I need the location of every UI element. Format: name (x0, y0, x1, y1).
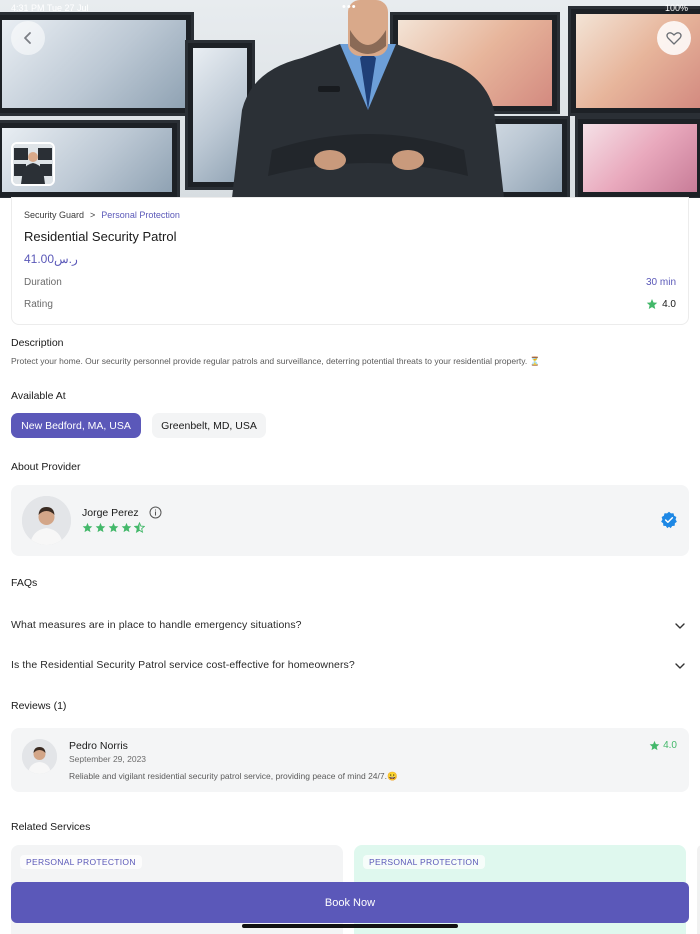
review-card: Pedro Norris September 29, 2023 Reliable… (11, 728, 689, 792)
duration-label: Duration (24, 277, 62, 288)
location-chip-new-bedford[interactable]: New Bedford, MA, USA (11, 413, 141, 438)
faqs-heading: FAQs (11, 577, 38, 589)
breadcrumb: Security Guard > Personal Protection (24, 210, 180, 220)
chevron-down-icon[interactable] (674, 660, 686, 672)
related-service-category: PERSONAL PROTECTION (20, 855, 142, 869)
location-chip-greenbelt[interactable]: Greenbelt, MD, USA (152, 413, 266, 438)
status-time: 4:31 PM Tue 27 Jul (11, 3, 89, 13)
star-icon (108, 522, 119, 533)
monitor-screen (575, 116, 700, 198)
info-icon[interactable] (149, 506, 162, 519)
rating-value: 4.0 (646, 298, 676, 310)
review-date: September 29, 2023 (69, 754, 147, 764)
multitask-dots: ••• (342, 1, 357, 13)
back-button[interactable] (11, 21, 45, 55)
service-title: Residential Security Patrol (24, 229, 177, 244)
hero-image: 4:31 PM Tue 27 Jul ••• 100% (0, 0, 700, 198)
battery-indicator: 100% (664, 3, 688, 13)
chevron-down-icon[interactable] (674, 620, 686, 632)
chevron-left-icon (24, 32, 31, 44)
home-indicator[interactable] (242, 924, 458, 928)
provider-stars (82, 522, 145, 533)
book-now-button[interactable]: Book Now (11, 882, 689, 923)
provider-name: Jorge Perez (82, 507, 139, 519)
review-rating: 4.0 (649, 740, 677, 751)
rating-label: Rating (24, 299, 53, 310)
verified-badge-icon (661, 511, 677, 529)
duration-value: 30 min (645, 277, 676, 288)
review-text: Reliable and vigilant residential securi… (69, 771, 398, 781)
status-bar: 4:31 PM Tue 27 Jul ••• 100% (0, 0, 700, 16)
star-icon (649, 740, 660, 751)
reviews-heading: Reviews (1) (11, 700, 67, 712)
rating-number: 4.0 (662, 298, 676, 310)
related-services-heading: Related Services (11, 821, 91, 833)
heart-outline-icon (666, 32, 682, 45)
star-icon (82, 522, 93, 533)
star-half-icon (134, 522, 145, 533)
related-service-category: PERSONAL PROTECTION (363, 855, 485, 869)
provider-avatar-image (22, 496, 71, 545)
faq-item[interactable]: Is the Residential Security Patrol servi… (11, 657, 689, 677)
description-heading: Description (11, 337, 64, 349)
reviewer-name: Pedro Norris (69, 740, 128, 752)
provider-avatar (22, 496, 71, 545)
security-guard-photo (232, 0, 504, 198)
faq-item[interactable]: What measures are in place to handle eme… (11, 617, 689, 637)
available-at-heading: Available At (11, 390, 66, 402)
star-icon (646, 299, 658, 309)
reviewer-avatar-image (22, 739, 57, 774)
guard-thumbnail-image (13, 144, 53, 184)
review-rating-number: 4.0 (663, 740, 677, 751)
about-provider-heading: About Provider (11, 461, 81, 473)
service-price: 41.00ر.س (24, 252, 78, 266)
service-info-card: Security Guard > Personal Protection Resid… (11, 197, 689, 325)
faq-question: Is the Residential Security Patrol servi… (11, 659, 355, 671)
faq-question: What measures are in place to handle eme… (11, 619, 302, 631)
breadcrumb-separator: > (90, 210, 96, 220)
breadcrumb-parent[interactable]: Security Guard (24, 210, 84, 220)
description-text: Protect your home. Our security personne… (11, 356, 541, 366)
star-icon (95, 522, 106, 533)
gallery-thumbnail[interactable] (11, 142, 55, 186)
favorite-button[interactable] (657, 21, 691, 55)
breadcrumb-category[interactable]: Personal Protection (101, 210, 180, 220)
star-icon (121, 522, 132, 533)
provider-card[interactable]: Jorge Perez (11, 485, 689, 556)
reviewer-avatar (22, 739, 57, 774)
